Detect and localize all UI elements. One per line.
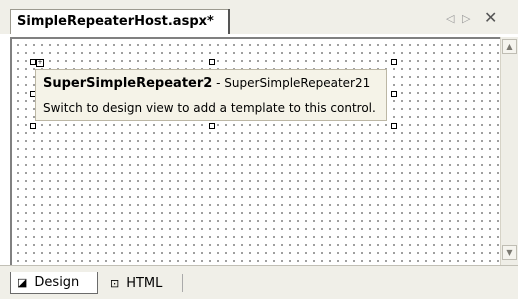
document-tab[interactable]: SimpleRepeaterHost.aspx* [10,9,230,34]
resize-handle-bottom-center[interactable] [209,123,215,129]
close-document-icon[interactable]: ✕ [484,8,497,27]
tab-design-label: Design [34,275,80,290]
resize-handle-bottom-left[interactable] [30,123,36,129]
html-view-icon: ⊡ [110,276,120,290]
design-view-icon: ◪ [17,276,28,289]
control-title-separator: - [212,76,225,90]
scroll-tabs-left-icon[interactable]: ◁ [446,12,454,25]
document-tabstrip: SimpleRepeaterHost.aspx* ◁ ▷ ✕ [0,0,518,34]
resize-handle-top-center[interactable] [209,59,215,65]
view-tab-divider [182,274,183,292]
tab-design[interactable]: ◪ Design [10,272,98,294]
resize-handle-top-right[interactable] [391,59,397,65]
resize-handle-middle-right[interactable] [391,91,397,97]
control-message: Switch to design view to add a template … [43,101,376,115]
tab-html[interactable]: ⊡ HTML [104,272,184,294]
control-id: SuperSimpleRepeater21 [224,76,371,90]
tab-html-label: HTML [126,275,163,291]
scroll-down-icon[interactable]: ▼ [502,245,517,260]
view-tabstrip: ◪ Design ⊡ HTML [0,265,518,299]
scroll-tabs-right-icon[interactable]: ▷ [462,12,470,25]
control-smart-tag-icon[interactable]: + [36,59,44,67]
scroll-up-icon[interactable]: ▲ [502,39,517,54]
tab-edge-divider [228,9,230,34]
control-type-name: SuperSimpleRepeater2 [43,76,213,91]
resize-handle-bottom-right[interactable] [391,123,397,129]
control-title: SuperSimpleRepeater2 - SuperSimpleRepeat… [43,76,370,91]
control-placeholder-box[interactable]: SuperSimpleRepeater2 - SuperSimpleRepeat… [35,69,387,121]
document-tab-label: SimpleRepeaterHost.aspx* [17,14,214,29]
vertical-scrollbar[interactable]: ▲ ▼ [500,37,518,265]
